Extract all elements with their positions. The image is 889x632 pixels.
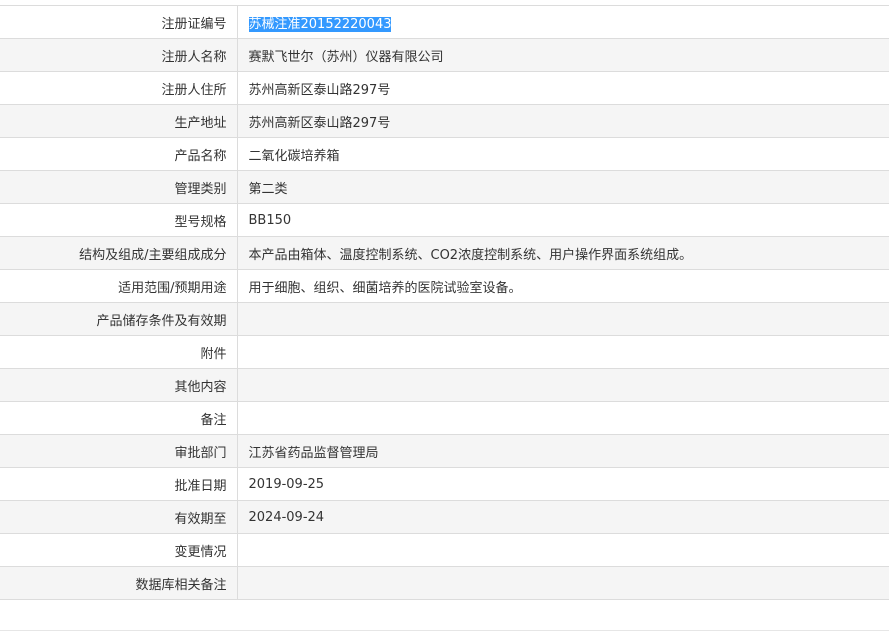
row-label-intended-use: 适用范围/预期用途 [0, 269, 238, 303]
table-row: 注册人名称 赛默飞世尔（苏州）仪器有限公司 [0, 38, 889, 72]
row-value-remarks [237, 401, 889, 435]
row-label-valid-until: 有效期至 [0, 500, 238, 534]
row-label-remarks: 备注 [0, 401, 238, 435]
row-label-approval-date: 批准日期 [0, 467, 238, 501]
row-value-structure-composition: 本产品由箱体、温度控制系统、CO2浓度控制系统、用户操作界面系统组成。 [237, 236, 889, 270]
table-row: 备注 [0, 401, 889, 435]
row-label-registrant-name: 注册人名称 [0, 38, 238, 72]
table-row: 生产地址 苏州高新区泰山路297号 [0, 104, 889, 138]
table-row: 管理类别 第二类 [0, 170, 889, 204]
row-label-storage-conditions: 产品储存条件及有效期 [0, 302, 238, 336]
row-label-database-remarks: 数据库相关备注 [0, 566, 238, 600]
table-row: 结构及组成/主要组成成分 本产品由箱体、温度控制系统、CO2浓度控制系统、用户操… [0, 236, 889, 270]
row-label-management-class: 管理类别 [0, 170, 238, 204]
row-label-production-address: 生产地址 [0, 104, 238, 138]
row-value-approval-date: 2019-09-25 [237, 467, 889, 501]
table-row: 适用范围/预期用途 用于细胞、组织、细菌培养的医院试验室设备。 [0, 269, 889, 303]
row-value-management-class: 第二类 [237, 170, 889, 204]
table-row: 审批部门 江苏省药品监督管理局 [0, 434, 889, 468]
row-value-database-remarks [237, 566, 889, 600]
registration-detail-table: 注册证编号 苏械注准20152220043 注册人名称 赛默飞世尔（苏州）仪器有… [0, 5, 889, 600]
row-value-attachments [237, 335, 889, 369]
row-label-attachments: 附件 [0, 335, 238, 369]
selected-registration-number[interactable]: 苏械注准20152220043 [248, 16, 392, 32]
row-label-approval-department: 审批部门 [0, 434, 238, 468]
row-value-change-status [237, 533, 889, 567]
row-value-production-address: 苏州高新区泰山路297号 [237, 104, 889, 138]
table-row: 附件 [0, 335, 889, 369]
table-row: 注册证编号 苏械注准20152220043 [0, 5, 889, 39]
row-value-approval-department: 江苏省药品监督管理局 [237, 434, 889, 468]
row-value-valid-until: 2024-09-24 [237, 500, 889, 534]
table-row: 产品储存条件及有效期 [0, 302, 889, 336]
row-value-intended-use: 用于细胞、组织、细菌培养的医院试验室设备。 [237, 269, 889, 303]
row-value-product-name: 二氧化碳培养箱 [237, 137, 889, 171]
table-row: 型号规格 BB150 [0, 203, 889, 237]
row-value-other-content [237, 368, 889, 402]
row-label-model-spec: 型号规格 [0, 203, 238, 237]
row-label-registrant-address: 注册人住所 [0, 71, 238, 105]
row-label-registration-number: 注册证编号 [0, 5, 238, 39]
row-label-change-status: 变更情况 [0, 533, 238, 567]
row-label-product-name: 产品名称 [0, 137, 238, 171]
row-label-structure-composition: 结构及组成/主要组成成分 [0, 236, 238, 270]
table-row: 变更情况 [0, 533, 889, 567]
table-row: 批准日期 2019-09-25 [0, 467, 889, 501]
table-row: 其他内容 [0, 368, 889, 402]
row-value-registrant-address: 苏州高新区泰山路297号 [237, 71, 889, 105]
row-label-other-content: 其他内容 [0, 368, 238, 402]
row-value-storage-conditions [237, 302, 889, 336]
page: 注册证编号 苏械注准20152220043 注册人名称 赛默飞世尔（苏州）仪器有… [0, 0, 889, 632]
table-row: 数据库相关备注 [0, 566, 889, 600]
table-row: 产品名称 二氧化碳培养箱 [0, 137, 889, 171]
table-row: 注册人住所 苏州高新区泰山路297号 [0, 71, 889, 105]
table-row: 有效期至 2024-09-24 [0, 500, 889, 534]
bottom-divider [0, 630, 889, 631]
row-value-model-spec: BB150 [237, 203, 889, 237]
row-value-registrant-name: 赛默飞世尔（苏州）仪器有限公司 [237, 38, 889, 72]
row-value-registration-number[interactable]: 苏械注准20152220043 [237, 5, 889, 39]
